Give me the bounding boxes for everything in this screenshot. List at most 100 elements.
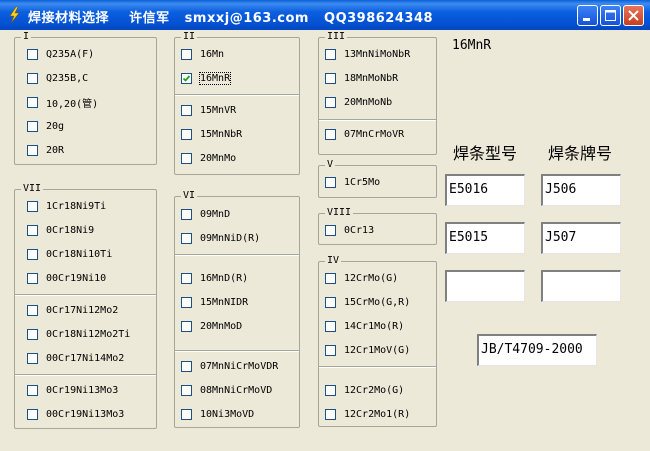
checkbox-box[interactable] [325,48,336,60]
checkbox-20mnmod[interactable]: 20MnMoD [181,318,242,334]
checkbox-08mnnicrmovd[interactable]: 08MnNiCrMoVD [181,382,272,398]
electrode-type-field-3[interactable] [445,270,525,302]
checkbox-12crmo-g[interactable]: 12CrMo(G) [325,270,398,286]
checkbox-box[interactable] [325,72,336,84]
checkbox-box[interactable] [27,272,38,284]
title-bar[interactable]: 焊接材料选择 许信军 smxxj@163.com QQ398624348 [0,0,650,30]
checkbox-20mnmo[interactable]: 20MnMo [181,150,236,166]
checkbox-box[interactable] [27,120,38,132]
checkbox-box[interactable] [27,408,38,420]
checkbox-09mnnid-r[interactable]: 09MnNiD(R) [181,230,260,246]
checkbox-label: 0Cr13 [344,224,375,236]
electrode-brand-field-1[interactable]: J506 [541,174,621,206]
checkbox-label: 13MnNiMoNbR [344,48,411,60]
checkbox-12cr2mo1-r[interactable]: 12Cr2Mo1(R) [325,406,410,422]
checkbox-box[interactable] [181,72,192,84]
checkbox-16mnr[interactable]: 16MnR [181,70,232,86]
close-button[interactable] [623,5,644,26]
checkbox-box[interactable] [181,408,192,420]
electrode-type-field-1[interactable]: E5016 [445,174,525,206]
group-i-label: I [21,31,32,43]
checkbox-box[interactable] [27,144,38,156]
checkbox-10-20-pipe[interactable]: 10,20(管) [27,94,98,110]
checkbox-00cr17ni14mo2[interactable]: 00Cr17Ni14Mo2 [27,350,124,366]
checkbox-15crmo-gr[interactable]: 15CrMo(G,R) [325,294,410,310]
checkbox-box[interactable] [325,96,336,108]
checkbox-07mncrmovr[interactable]: 07MnCrMoVR [325,126,404,142]
checkbox-20mnmonb[interactable]: 20MnMoNb [325,94,392,110]
maximize-button[interactable] [600,5,621,26]
checkbox-box[interactable] [325,224,336,236]
checkbox-15mnnidr[interactable]: 15MnNIDR [181,294,248,310]
checkbox-0cr18ni10ti[interactable]: 0Cr18Ni10Ti [27,246,112,262]
checkbox-0cr13[interactable]: 0Cr13 [325,222,374,238]
checkbox-box[interactable] [27,352,38,364]
electrode-type-field-2[interactable]: E5015 [445,222,525,254]
checkbox-box[interactable] [325,384,336,396]
checkbox-box[interactable] [27,328,38,340]
checkbox-q235af[interactable]: Q235A(F) [27,46,94,62]
lightning-icon [9,7,20,23]
checkbox-20r[interactable]: 20R [27,142,64,158]
checkbox-0cr18ni12mo2ti[interactable]: 0Cr18Ni12Mo2Ti [27,326,130,342]
checkbox-0cr17ni12mo2[interactable]: 0Cr17Ni12Mo2 [27,302,118,318]
divider [175,94,299,96]
checkbox-box[interactable] [27,224,38,236]
electrode-brand-field-2[interactable]: J507 [541,222,621,254]
checkbox-12cr2mo-g[interactable]: 12Cr2Mo(G) [325,382,404,398]
checkbox-15mnvr[interactable]: 15MnVR [181,102,236,118]
checkbox-16mn[interactable]: 16Mn [181,46,224,62]
checkbox-box[interactable] [181,296,192,308]
checkbox-box[interactable] [325,320,336,332]
checkbox-box[interactable] [27,96,38,108]
checkbox-box[interactable] [27,48,38,60]
checkbox-09mnd[interactable]: 09MnD [181,206,230,222]
checkbox-1cr18ni9ti[interactable]: 1Cr18Ni9Ti [27,198,106,214]
checkbox-box[interactable] [325,272,336,284]
checkbox-box[interactable] [181,104,192,116]
checkbox-label: 09MnD [200,208,231,220]
checkbox-box[interactable] [27,304,38,316]
checkbox-20g[interactable]: 20g [27,118,64,134]
checkbox-box[interactable] [325,408,336,420]
checkbox-box[interactable] [181,232,192,244]
electrode-brand-field-3[interactable] [541,270,621,302]
checkbox-box[interactable] [181,320,192,332]
checkbox-1cr5mo[interactable]: 1Cr5Mo [325,174,380,190]
checkbox-13mnnimonbr[interactable]: 13MnNiMoNbR [325,46,410,62]
divider [175,350,299,352]
checkbox-box[interactable] [325,344,336,356]
checkbox-15mnnbr[interactable]: 15MnNbR [181,126,242,142]
checkbox-box[interactable] [181,272,192,284]
checkbox-box[interactable] [325,176,336,188]
checkbox-00cr19ni13mo3[interactable]: 00Cr19Ni13Mo3 [27,406,124,422]
checkbox-box[interactable] [325,128,336,140]
checkbox-box[interactable] [181,208,192,220]
checkbox-14cr1mo-r[interactable]: 14Cr1Mo(R) [325,318,404,334]
divider [319,366,436,368]
standard-field[interactable]: JB/T4709-2000 [477,334,597,366]
checkbox-box[interactable] [325,296,336,308]
window-title: 焊接材料选择 许信军 smxxj@163.com QQ398624348 [28,11,434,26]
minimize-button[interactable] [577,5,598,26]
checkbox-18mnmonbr[interactable]: 18MnMoNbR [325,70,398,86]
checkbox-07mnnicrmovdr[interactable]: 07MnNiCrMoVDR [181,358,278,374]
checkbox-label: 12CrMo(G) [344,272,399,284]
checkbox-12cr1mov-g[interactable]: 12Cr1MoV(G) [325,342,410,358]
checkbox-box[interactable] [181,384,192,396]
checkbox-box[interactable] [181,128,192,140]
checkbox-0cr18ni9[interactable]: 0Cr18Ni9 [27,222,94,238]
checkbox-box[interactable] [27,200,38,212]
checkbox-box[interactable] [181,48,192,60]
checkbox-00cr19ni10[interactable]: 00Cr19Ni10 [27,270,106,286]
checkbox-label: 20MnMo [200,152,237,164]
checkbox-16mnd-r[interactable]: 16MnD(R) [181,270,248,286]
checkbox-box[interactable] [27,384,38,396]
checkbox-box[interactable] [181,152,192,164]
checkbox-q235bc[interactable]: Q235B,C [27,70,88,86]
checkbox-0cr19ni13mo3[interactable]: 0Cr19Ni13Mo3 [27,382,118,398]
checkbox-box[interactable] [27,248,38,260]
checkbox-box[interactable] [181,360,192,372]
checkbox-box[interactable] [27,72,38,84]
checkbox-10ni3movd[interactable]: 10Ni3MoVD [181,406,254,422]
